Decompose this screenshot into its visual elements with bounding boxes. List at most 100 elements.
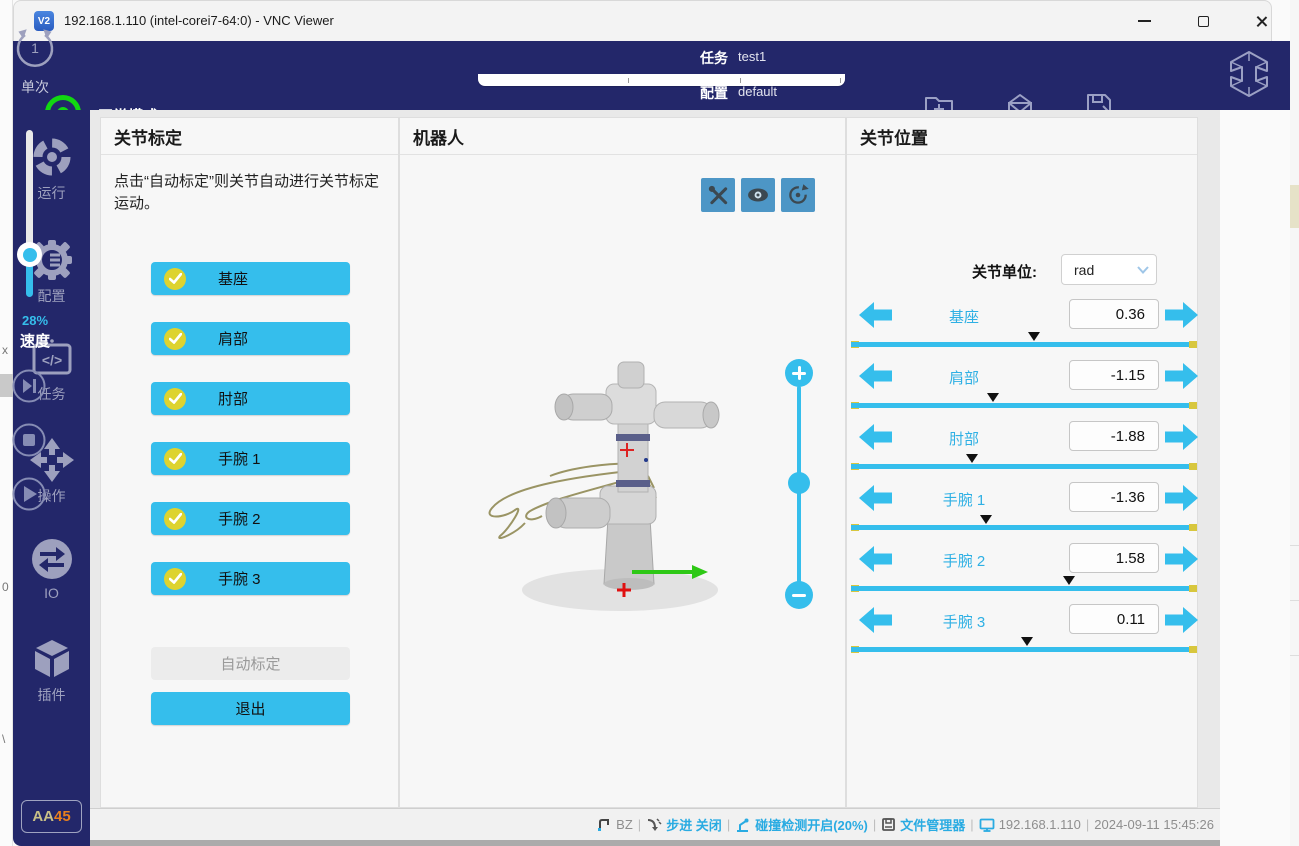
single-number: 1 [31,40,39,56]
joint-minus-arrow[interactable] [859,363,892,389]
speed-percent: 28% [0,313,70,328]
joint-plus-arrow[interactable] [1165,424,1198,450]
main-area: 关节标定 点击“自动标定”则关节自动进行关节标定运动。 基座 肩部 肘部 手腕 … [90,110,1220,846]
joint-slider-marker [966,454,978,463]
status-step[interactable]: 步进 关闭 [646,815,722,834]
status-badge[interactable]: AA45 [21,800,82,833]
sidebar-item-label: 配置 [13,286,90,306]
panel-title: 关节位置 [847,118,1197,155]
config-value: default [738,84,777,99]
run-target-icon [30,135,74,179]
stop-button[interactable] [11,422,47,458]
calibrate-joint-button-wrist2[interactable]: 手腕 2 [151,502,350,535]
sidebar-item-run[interactable]: 运行 [13,135,90,203]
speed-slider-track[interactable] [26,130,33,255]
badge-text: 45 [54,808,71,825]
status-collision-label: 碰撞检测开启(20%) [755,815,868,834]
panel-title: 关节标定 [101,118,398,155]
joint-slider[interactable] [851,463,1197,471]
joint-value[interactable]: -1.15 [1069,360,1159,390]
robot-view-panel: 机器人 [399,117,846,808]
joint-slider-marker [987,393,999,402]
status-collision[interactable]: 碰撞检测开启(20%) [735,815,868,834]
joint-plus-arrow[interactable] [1165,546,1198,572]
auto-calibrate-button[interactable]: 自动标定 [151,647,350,680]
joint-unit-select[interactable]: rad [1061,254,1157,285]
joint-slider[interactable] [851,341,1197,349]
desktop-right-strip [1290,0,1299,846]
joint-plus-arrow[interactable] [1165,302,1198,328]
zoom-in-button[interactable] [785,359,813,387]
calibrate-joint-button-elbow[interactable]: 肘部 [151,382,350,415]
play-button[interactable] [11,476,47,512]
calibration-instruction: 点击“自动标定”则关节自动进行关节标定运动。 [114,171,390,215]
joint-button-label: 手腕 1 [218,448,261,469]
joint-value[interactable]: -1.36 [1069,482,1159,512]
zoom-slider-handle[interactable] [788,472,810,494]
step-forward-button[interactable] [11,368,47,404]
joint-button-label: 肘部 [218,388,248,409]
joint-value[interactable]: 0.11 [1069,604,1159,634]
joint-button-label: 手腕 3 [218,568,261,589]
joint-name: 手腕 1 [899,489,1029,510]
status-bz[interactable]: BZ [597,817,633,832]
close-icon [1255,15,1268,28]
joint-value[interactable]: -1.88 [1069,421,1159,451]
joint-minus-arrow[interactable] [859,485,892,511]
exit-button[interactable]: 退出 [151,692,350,725]
network-monitor-icon [979,817,995,833]
eye-icon [745,182,771,208]
joint-slider[interactable] [851,524,1197,532]
status-file-manager-label: 文件管理器 [900,815,965,834]
status-file-manager[interactable]: 文件管理器 [881,815,965,834]
sidebar-item-plugin[interactable]: 插件 [13,637,90,705]
rotate-view-button[interactable] [781,178,815,212]
joint-plus-arrow[interactable] [1165,363,1198,389]
joint-minus-arrow[interactable] [859,546,892,572]
calibrate-joint-button-shoulder[interactable]: 肩部 [151,322,350,355]
zoom-out-button[interactable] [785,581,813,609]
visibility-button[interactable] [741,178,775,212]
joint-minus-arrow[interactable] [859,607,892,633]
app-header: 正常模式 任务 test1 配置 default 新建 打开 保存 [13,41,1290,110]
robot-3d-view[interactable] [470,358,750,628]
joint-calibration-panel: 关节标定 点击“自动标定”则关节自动进行关节标定运动。 基座 肩部 肘部 手腕 … [100,117,399,808]
speed-slider-handle[interactable] [17,242,42,267]
joint-button-label: 基座 [218,268,248,289]
joint-plus-arrow[interactable] [1165,607,1198,633]
sidebar-item-label: 插件 [13,685,90,705]
joint-plus-arrow[interactable] [1165,485,1198,511]
joint-button-label: 肩部 [218,328,248,349]
joint-value[interactable]: 0.36 [1069,299,1159,329]
joint-unit-value: rad [1074,262,1130,278]
joint-slider[interactable] [851,402,1197,410]
status-ip[interactable]: 192.168.1.110 [979,817,1081,833]
window-title: 192.168.1.110 (intel-corei7-64:0) - VNC … [64,13,334,28]
close-button[interactable] [1238,1,1284,41]
joint-value[interactable]: 1.58 [1069,543,1159,573]
check-icon [164,508,186,530]
tools-button[interactable] [701,178,735,212]
badge-text: AA [32,808,54,825]
joint-minus-arrow[interactable] [859,302,892,328]
desktop-artifact-text: \ [2,732,5,746]
joint-minus-arrow[interactable] [859,424,892,450]
io-icon [30,537,74,581]
calibrate-joint-button-wrist1[interactable]: 手腕 1 [151,442,350,475]
sidebar-item-io[interactable]: IO [13,537,90,601]
calibrate-joint-button-base[interactable]: 基座 [151,262,350,295]
minimize-icon [1138,20,1151,22]
desktop-artifact-text: 0 [2,580,9,594]
calibrate-joint-button-wrist3[interactable]: 手腕 3 [151,562,350,595]
joint-name: 手腕 2 [899,550,1029,571]
maximize-button[interactable] [1180,1,1226,41]
joint-slider[interactable] [851,585,1197,593]
single-cycle-button[interactable]: 1 单次 [0,26,70,97]
joint-name: 基座 [899,306,1029,327]
minimize-button[interactable] [1121,1,1167,41]
vnc-toolbar-notch[interactable] [478,74,845,86]
joint-position-panel: 关节位置 关节单位: rad 基座 0.36 肩部 -1.15 肘部 -1.88… [846,117,1198,808]
sidebar-item-label: IO [13,585,90,601]
joint-slider-marker [1021,637,1033,646]
joint-slider[interactable] [851,646,1197,654]
